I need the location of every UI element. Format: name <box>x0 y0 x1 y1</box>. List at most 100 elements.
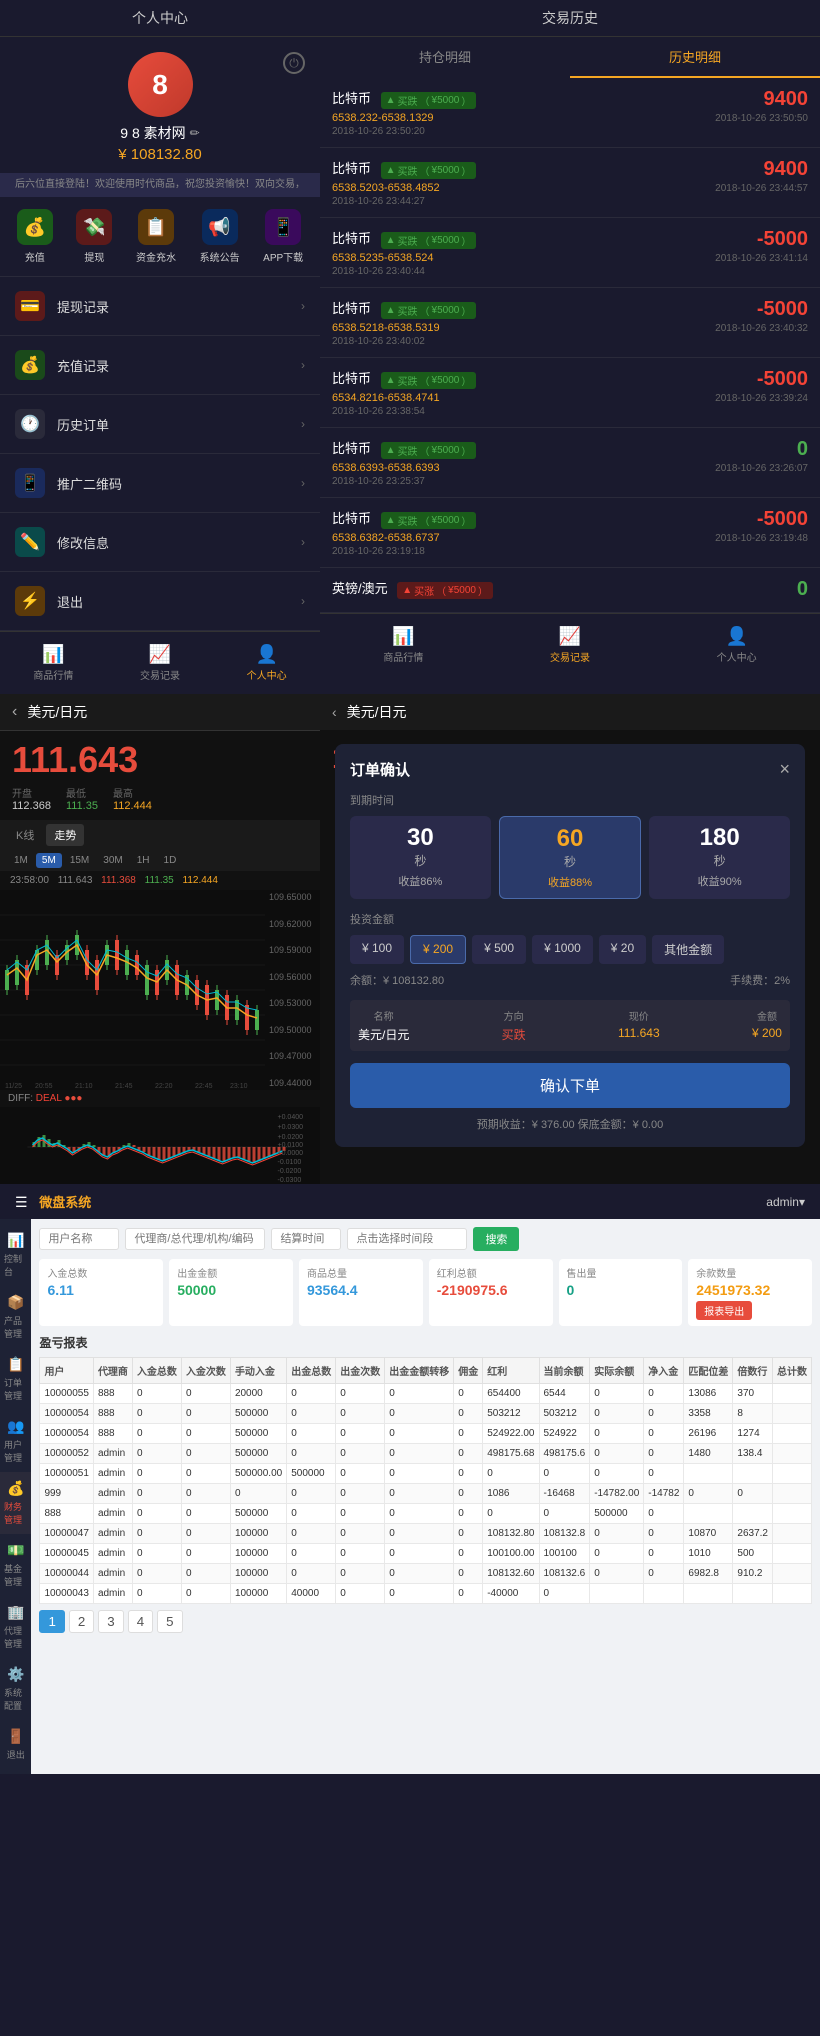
menu-logout[interactable]: ⚡ 退出 › <box>0 572 320 631</box>
chart-type-tabs: K线 走势 <box>0 820 320 850</box>
table-cell <box>773 1564 812 1584</box>
tab-15m[interactable]: 15M <box>64 853 95 868</box>
sidebar-products[interactable]: 📦 产品管理 <box>0 1286 31 1348</box>
time-option-30s[interactable]: 30 秒 收益86% <box>350 816 491 899</box>
close-dialog-button[interactable]: × <box>779 759 790 780</box>
nav-market[interactable]: 📊 商品行情 <box>0 640 107 686</box>
table-cell: 0 <box>590 1444 644 1464</box>
table-cell: admin <box>93 1524 132 1544</box>
sidebar-config[interactable]: ⚙️ 系统配置 <box>0 1658 31 1720</box>
quick-item-flow[interactable]: 📋 资金充水 <box>136 209 176 264</box>
page-3-button[interactable]: 3 <box>98 1610 123 1633</box>
tab-trend[interactable]: 走势 <box>46 824 84 846</box>
time-option-60s[interactable]: 60 秒 收益88% <box>499 816 642 899</box>
table-cell <box>773 1504 812 1524</box>
table-cell: 0 <box>454 1384 483 1404</box>
agent-input[interactable] <box>125 1228 265 1250</box>
personal-icon: 👤 <box>725 626 747 647</box>
table-cell: 100000 <box>230 1524 286 1544</box>
info-time: 23:58:00 <box>10 875 49 886</box>
sidebar-orders[interactable]: 📋 订单管理 <box>0 1348 31 1410</box>
quick-item-announcement[interactable]: 📢 系统公告 <box>200 209 240 264</box>
sidebar-agent[interactable]: 🏢 代理管理 <box>0 1596 31 1658</box>
confirm-order-button[interactable]: 确认下单 <box>350 1063 790 1108</box>
chart-info-bar: 23:58:00 111.643 111.368 111.35 112.444 <box>0 871 320 890</box>
tab-1h[interactable]: 1H <box>131 853 156 868</box>
stat-card-sold: 售出量 0 <box>559 1259 683 1326</box>
amount-200[interactable]: ¥ 200 <box>410 935 466 964</box>
table-cell <box>684 1504 733 1524</box>
amount-options: ¥ 100 ¥ 200 ¥ 500 ¥ 1000 ¥ 20 其他金额 <box>350 935 790 964</box>
sidebar-finance[interactable]: 💰 财务管理 <box>0 1472 31 1534</box>
tab-5m[interactable]: 5M <box>36 853 62 868</box>
power-icon[interactable]: ⏻ <box>283 52 305 74</box>
logout-icon: ⚡ <box>15 586 45 616</box>
table-cell: 500 <box>733 1544 773 1564</box>
trade-nav-market[interactable]: 📊 商品行情 <box>320 622 487 668</box>
settle-time-input[interactable] <box>271 1228 341 1250</box>
trade-header: 交易历史 <box>320 0 820 37</box>
sidebar-dashboard[interactable]: 📊 控制台 <box>0 1224 31 1286</box>
nav-personal[interactable]: 👤 个人中心 <box>213 640 320 686</box>
quick-item-withdraw[interactable]: 💸 提现 <box>76 209 112 264</box>
back-button[interactable]: ‹ <box>12 703 17 721</box>
tab-positions[interactable]: 持仓明细 <box>320 37 570 78</box>
admin-body: 📊 控制台 📦 产品管理 📋 订单管理 👥 用户管理 💰 财务管理 💵 <box>0 1219 820 1774</box>
table-cell: 0 <box>132 1464 181 1484</box>
amount-100[interactable]: ¥ 100 <box>350 935 404 964</box>
tab-1m[interactable]: 1M <box>8 853 34 868</box>
detail-button[interactable]: 报表导出 <box>696 1301 752 1320</box>
table-cell: 10000054 <box>40 1424 94 1444</box>
username: 9 8 素材网 ✏ <box>120 123 199 143</box>
menu-recharge-record[interactable]: 💰 充值记录 › <box>0 336 320 395</box>
sidebar-logout[interactable]: 🚪 退出 <box>0 1720 31 1769</box>
tab-kline[interactable]: K线 <box>8 824 42 846</box>
open-price: 112.368 <box>12 800 51 812</box>
page-2-button[interactable]: 2 <box>69 1610 94 1633</box>
personal-nav-icon: 👤 <box>255 644 277 665</box>
user-id-input[interactable] <box>39 1228 119 1250</box>
table-cell: 1086 <box>483 1484 539 1504</box>
quick-item-recharge[interactable]: 💰 充值 <box>17 209 53 264</box>
menu-history-orders[interactable]: 🕐 历史订单 › <box>0 395 320 454</box>
table-cell: 108132.6 <box>539 1564 590 1584</box>
trade-result: -5000 <box>715 228 808 251</box>
table-row: 888admin005000000000005000000 <box>40 1504 812 1524</box>
table-cell: 0 <box>132 1444 181 1464</box>
page-1-button[interactable]: 1 <box>39 1610 64 1633</box>
arrow-icon: › <box>301 299 305 313</box>
tab-history[interactable]: 历史明细 <box>570 37 820 78</box>
order-details: 名称 美元/日元 方向 买跌 现价 111.643 金额 ¥ 200 <box>350 1000 790 1051</box>
table-cell: 503212 <box>483 1404 539 1424</box>
trade-nav-trades[interactable]: 📈 交易记录 <box>487 622 654 668</box>
table-container: 用户 代理商 入金总数 入金次数 手动入金 出金总数 出金次数 出金金额转移 佣… <box>39 1357 812 1604</box>
edit-icon[interactable]: ✏ <box>190 126 200 140</box>
table-cell: 500000 <box>230 1404 286 1424</box>
menu-withdraw-record[interactable]: 💳 提现记录 › <box>0 277 320 336</box>
amount-1000[interactable]: ¥ 1000 <box>532 935 593 964</box>
tab-30m[interactable]: 30M <box>97 853 128 868</box>
quick-item-app[interactable]: 📱 APP下载 <box>263 209 303 264</box>
page-4-button[interactable]: 4 <box>128 1610 153 1633</box>
nav-trade[interactable]: 📈 交易记录 <box>107 640 214 686</box>
time-range-input[interactable] <box>347 1228 467 1250</box>
sidebar-fund[interactable]: 💵 基金管理 <box>0 1534 31 1596</box>
page-5-button[interactable]: 5 <box>157 1610 182 1633</box>
trade-result: 0 <box>715 438 808 461</box>
admin-panel: ☰ 微盘系统 admin▾ 📊 控制台 📦 产品管理 📋 订单管理 👥 用户管理 <box>0 1184 820 1774</box>
amount-other[interactable]: 其他金额 <box>652 935 724 964</box>
table-cell: 0 <box>181 1384 230 1404</box>
tab-1d[interactable]: 1D <box>158 853 183 868</box>
admin-user[interactable]: admin▾ <box>766 1195 805 1209</box>
personal-panel: 个人中心 ⏻ 8 9 8 素材网 ✏ ¥ 108132.80 后六位直接登陆！欢… <box>0 0 320 694</box>
menu-edit-info[interactable]: ✏️ 修改信息 › <box>0 513 320 572</box>
search-button[interactable]: 搜索 <box>473 1227 519 1251</box>
menu-qrcode[interactable]: 📱 推广二维码 › <box>0 454 320 513</box>
amount-20[interactable]: ¥ 20 <box>599 935 646 964</box>
sidebar-users[interactable]: 👥 用户管理 <box>0 1410 31 1472</box>
trade-nav-personal[interactable]: 👤 个人中心 <box>653 622 820 668</box>
amount-500[interactable]: ¥ 500 <box>472 935 526 964</box>
dialog-title: 订单确认 <box>350 759 410 780</box>
table-cell: 500000 <box>230 1444 286 1464</box>
time-option-180s[interactable]: 180 秒 收益90% <box>649 816 790 899</box>
